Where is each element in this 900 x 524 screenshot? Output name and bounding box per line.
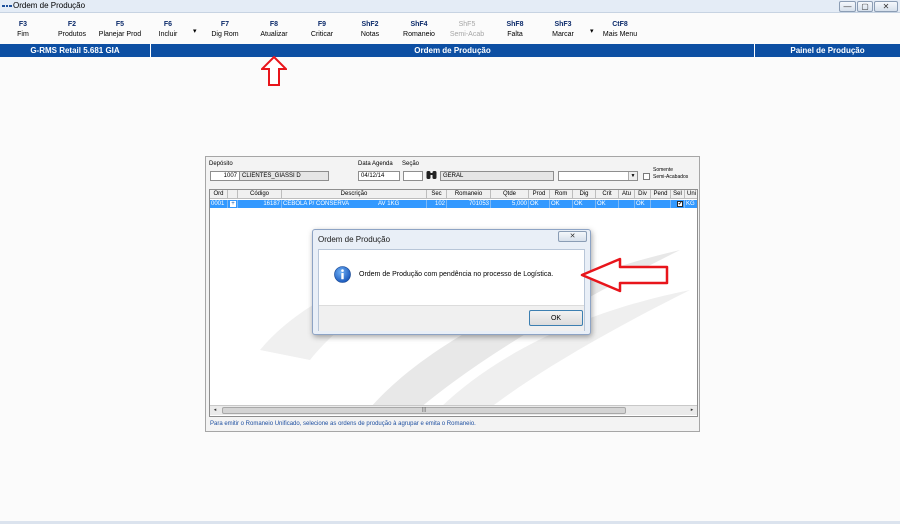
toolbar-marcar-button[interactable]: ShF3 Marcar — [533, 20, 593, 40]
combo-dropdown-arrow-icon[interactable]: ▼ — [628, 172, 637, 180]
filter-combo[interactable]: ▼ — [558, 171, 638, 181]
column-header-qtde[interactable]: Qtde — [491, 190, 529, 199]
minimize-button[interactable]: — — [839, 1, 856, 12]
scroll-left-arrow-icon[interactable]: ◂ — [210, 406, 220, 415]
data-agenda-field[interactable]: 04/12/14 — [358, 171, 400, 181]
row-select-checkbox[interactable]: ✔ — [677, 201, 683, 207]
column-header-expand — [228, 190, 238, 199]
red-up-arrow-annotation — [261, 56, 287, 86]
somente-semi-acabados-checkbox[interactable] — [643, 173, 650, 180]
secao-code-field[interactable] — [403, 171, 423, 181]
row-codigo-cell[interactable]: 16187 — [238, 200, 282, 208]
column-header-prod[interactable]: Prod — [529, 190, 550, 199]
row-dig-cell[interactable]: OK — [573, 200, 596, 208]
row-sec-cell[interactable]: 102 — [427, 200, 447, 208]
column-header-dig[interactable]: Dig — [573, 190, 596, 199]
ok-button[interactable]: OK — [529, 310, 583, 326]
deposito-code-field[interactable]: 1007 — [210, 171, 240, 181]
row-div-cell[interactable]: OK — [635, 200, 651, 208]
screen-title: Ordem de Produção — [414, 46, 491, 55]
row-prod-cell[interactable]: OK — [529, 200, 550, 208]
column-header-codigo[interactable]: Código — [238, 190, 282, 199]
info-icon — [334, 266, 351, 283]
row-embalagem-text: AV 1KG — [378, 201, 400, 207]
row-uni-cell[interactable]: KG — [685, 200, 697, 208]
binoculars-search-icon[interactable] — [426, 170, 437, 180]
header-bar: G-RMS Retail 5.681 GIA Ordem de Produção… — [0, 44, 900, 57]
app-icon — [2, 5, 12, 7]
row-crit-cell[interactable]: OK — [596, 200, 619, 208]
toolbar-mais-menu-button[interactable]: CtF8 Mais Menu — [590, 20, 650, 40]
toolbar-incluir-button[interactable]: F6 Incluir — [138, 20, 198, 40]
dialog-message: Ordem de Produção com pendência no proce… — [359, 271, 554, 278]
column-header-crit[interactable]: Crit — [596, 190, 619, 199]
expand-row-icon[interactable]: + — [230, 201, 236, 207]
data-agenda-label: Data Agenda — [358, 161, 393, 167]
secao-label: Seção — [402, 161, 420, 167]
dialog-button-area: OK — [319, 305, 584, 331]
column-header-rom[interactable]: Rom — [550, 190, 573, 199]
app-version-label: G-RMS Retail 5.681 GIA — [30, 46, 120, 55]
horizontal-scrollbar[interactable]: ◂ ||| ▸ — [210, 405, 697, 415]
deposito-label: Depósito — [209, 161, 233, 167]
dialog-title: Ordem de Produção — [318, 235, 391, 244]
dialog-close-button[interactable]: ✕ — [558, 231, 587, 242]
somente-label: Somente — [653, 167, 674, 173]
column-header-atu[interactable]: Atu — [619, 190, 635, 199]
panel-title: Painel de Produção — [790, 46, 865, 55]
row-atu-cell[interactable] — [619, 200, 635, 208]
scrollbar-thumb[interactable]: ||| — [222, 407, 626, 414]
row-ord-cell[interactable]: 0001 — [210, 200, 228, 208]
close-window-button[interactable]: ✕ — [874, 1, 898, 12]
row-descricao-text: CEBOLA P/ CONSERVA — [283, 201, 350, 207]
column-header-descricao[interactable]: Descrição — [282, 190, 427, 199]
maximize-button[interactable]: ▢ — [857, 1, 873, 12]
column-header-ord[interactable]: Ord — [210, 190, 228, 199]
romaneio-instructions-note: Para emitir o Romaneio Unificado, seleci… — [210, 421, 476, 427]
column-header-div[interactable]: Div — [635, 190, 651, 199]
message-dialog: Ordem de Produção ✕ Ordem de Produção co… — [312, 229, 591, 335]
column-header-romaneio[interactable]: Romaneio — [447, 190, 491, 199]
title-bar: Ordem de Produção — ▢ ✕ — [0, 0, 900, 13]
row-romaneio-cell[interactable]: 701053 — [447, 200, 491, 208]
window-title: Ordem de Produção — [13, 1, 86, 10]
column-header-sel[interactable]: Sel — [671, 190, 685, 199]
red-left-arrow-annotation — [580, 257, 669, 293]
scroll-right-arrow-icon[interactable]: ▸ — [687, 406, 697, 415]
column-header-pend[interactable]: Pend — [651, 190, 671, 199]
function-toolbar: F3 Fim F2 Produtos F5 Planejar Prod F6 Inclu… — [0, 14, 900, 42]
column-header-uni[interactable]: Uni — [685, 190, 697, 199]
row-rom-cell[interactable]: OK — [550, 200, 573, 208]
deposito-name-field: CLIENTES_GIASSI D — [239, 171, 329, 181]
row-qtde-cell[interactable]: 5,000 — [491, 200, 529, 208]
row-pend-cell[interactable] — [651, 200, 671, 208]
secao-name-field: GERAL — [440, 171, 554, 181]
semi-acabados-label: Semi-Acabados — [653, 174, 689, 180]
column-header-sec[interactable]: Sec — [427, 190, 447, 199]
dialog-body: Ordem de Produção com pendência no proce… — [318, 249, 585, 331]
row-descricao-cell[interactable]: CEBOLA P/ CONSERVA AV 1KG — [282, 200, 427, 208]
